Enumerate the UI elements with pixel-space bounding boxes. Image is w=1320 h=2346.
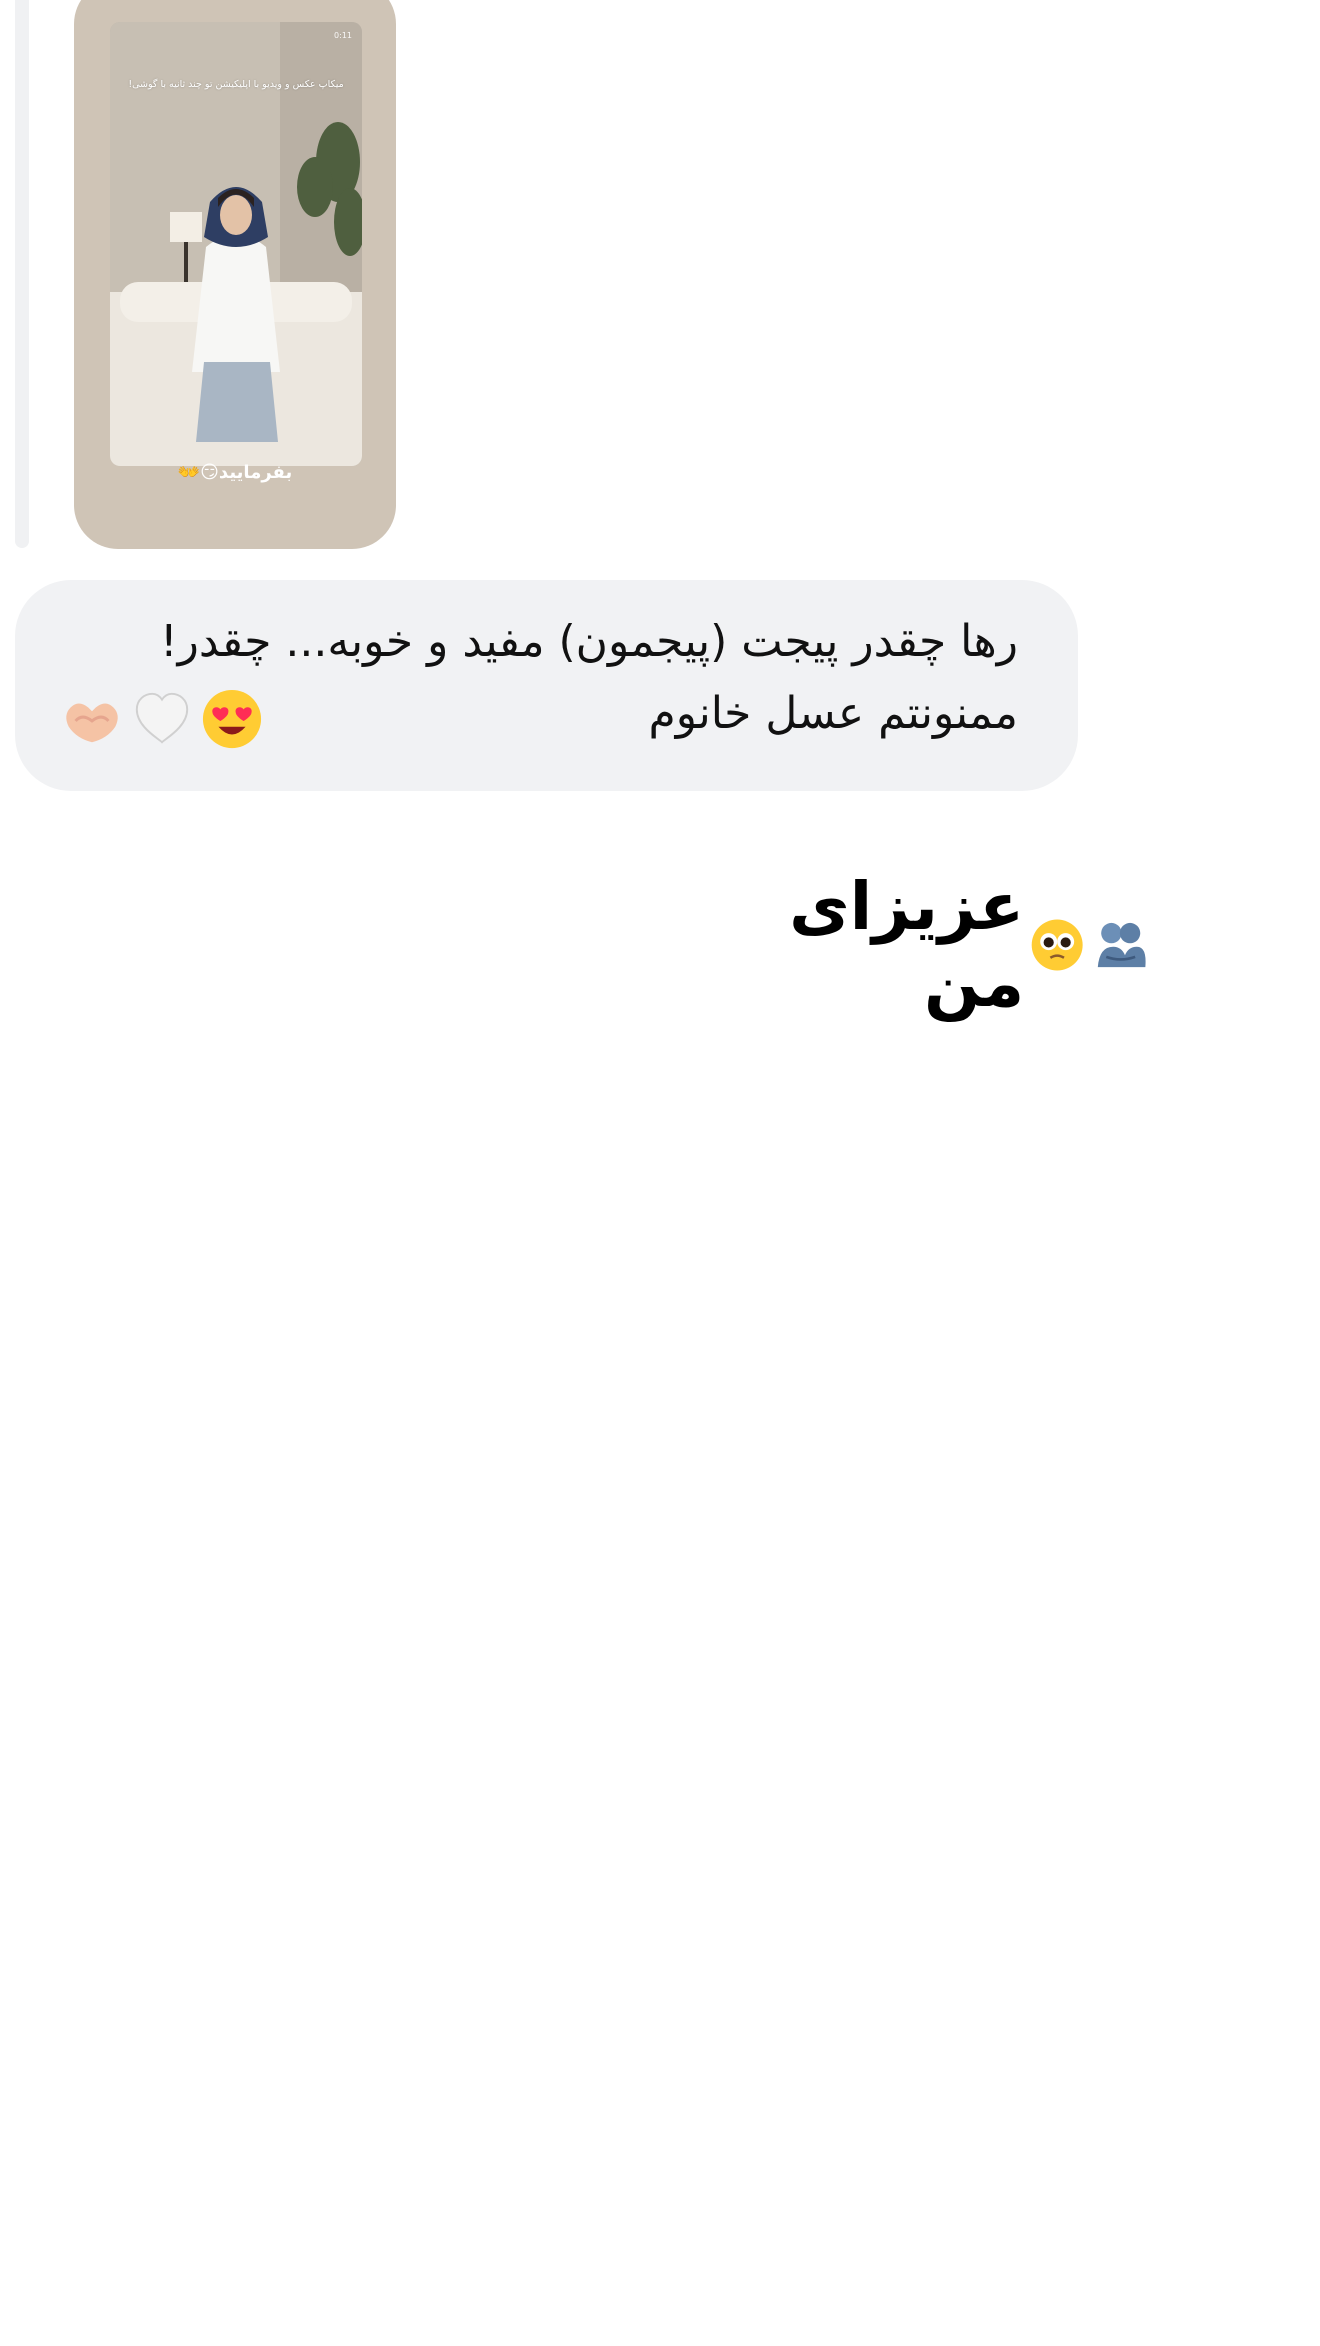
people-hugging-icon: [1097, 922, 1146, 968]
story-thumbnail[interactable]: 0:11 میکاپ عکس و ویدیو با اپلیکیشن تو چن…: [110, 22, 362, 466]
heart-hands-icon: [66, 703, 118, 743]
reply-sticker-text: عزیزای من: [789, 868, 1025, 1022]
story-caption: میکاپ عکس و ویدیو با اپلیکیشن تو چند ثان…: [128, 79, 344, 90]
heart-eyes-icon: [202, 689, 262, 749]
reply-sticker[interactable]: عزیزای من: [720, 868, 1150, 1022]
story-bottom-text: بفرمایید😏👐: [177, 462, 293, 483]
white-heart-icon: [135, 692, 189, 744]
story-status-bar: 0:11: [120, 31, 352, 40]
quoted-story-rail: [15, 0, 29, 548]
message-emoji-row: [61, 688, 263, 750]
pleading-face-icon: [1031, 919, 1083, 971]
message-bubble[interactable]: رها چقدر پیجت (پیجمون) مفید و خوبه... چق…: [15, 580, 1078, 791]
story-preview-card[interactable]: 0:11 میکاپ عکس و ویدیو با اپلیکیشن تو چن…: [74, 0, 396, 549]
story-status-time: 0:11: [334, 31, 352, 40]
